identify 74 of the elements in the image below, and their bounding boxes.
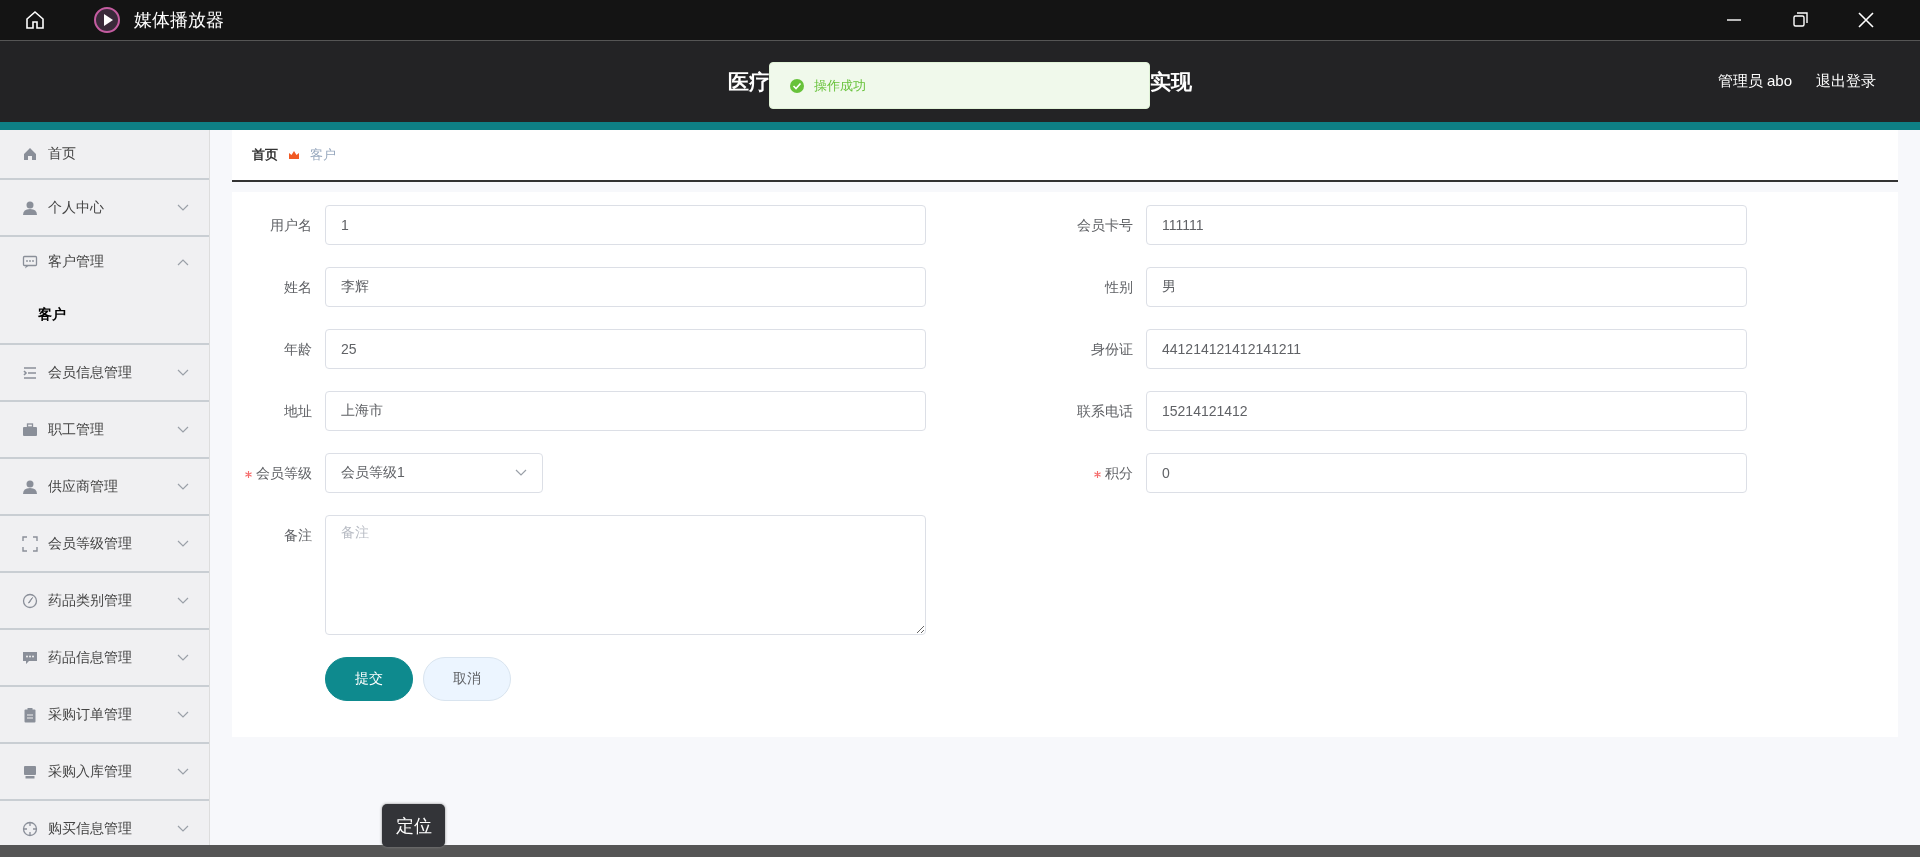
sidebar-item[interactable]: 客户管理: [0, 237, 209, 287]
submit-button[interactable]: 提交: [325, 657, 413, 701]
crown-icon: [288, 149, 300, 161]
input-field[interactable]: 上海市: [325, 391, 926, 431]
compass-icon: [22, 592, 38, 609]
submenu-item[interactable]: 客户: [0, 287, 209, 343]
input-field[interactable]: 441214121412141211: [1146, 329, 1747, 369]
required-asterisk-icon: [1094, 471, 1101, 478]
frame-icon: [22, 535, 38, 552]
breadcrumb-item[interactable]: 首页: [252, 146, 278, 164]
input-field[interactable]: 25: [325, 329, 926, 369]
window-title: 媒体播放器: [134, 9, 224, 32]
tooltip: 定位: [382, 804, 445, 847]
sidebar-item[interactable]: 会员等级管理: [0, 516, 209, 573]
sidebar-item[interactable]: 职工管理: [0, 402, 209, 459]
chevron-down-icon: [177, 539, 189, 548]
field-label: 用户名: [269, 216, 312, 235]
field-label: 联系电话: [1076, 402, 1133, 421]
sidebar-item[interactable]: 个人中心: [0, 180, 209, 237]
person-icon: [22, 199, 38, 216]
field-label: 姓名: [283, 278, 312, 297]
sidebar-item[interactable]: 采购订单管理: [0, 687, 209, 744]
crosshair-icon: [22, 820, 38, 837]
printer-icon: [22, 763, 38, 780]
input-field[interactable]: 1: [325, 205, 926, 245]
sidebar-item[interactable]: 会员信息管理: [0, 345, 209, 402]
sidebar-item[interactable]: 药品类别管理: [0, 573, 209, 630]
input-field[interactable]: 0: [1146, 453, 1747, 493]
chevron-down-icon: [177, 596, 189, 605]
play-logo-icon: [94, 7, 120, 33]
home-icon[interactable]: [24, 9, 46, 31]
select-field[interactable]: 会员等级1: [325, 453, 543, 493]
user-name: 管理员 abo: [1717, 72, 1792, 91]
chevron-down-icon: [177, 767, 189, 776]
chevron-down-icon: [177, 203, 189, 212]
remark-field[interactable]: 备注: [325, 515, 926, 635]
message-icon: [22, 649, 38, 666]
app-title: 实现: [1150, 68, 1192, 95]
field-label: 身份证: [1090, 340, 1133, 359]
cancel-button[interactable]: 取消: [423, 657, 511, 701]
field-label: 年龄: [283, 340, 312, 359]
person-icon: [22, 478, 38, 495]
field-label: 性别: [1103, 278, 1133, 297]
app-title: 医疗: [728, 68, 770, 95]
chat-icon: [22, 254, 38, 270]
check-circle-icon: [790, 78, 804, 93]
home-icon: [22, 146, 38, 162]
chevron-up-icon: [177, 258, 189, 266]
field-label: 地址: [283, 402, 312, 421]
toast-message: 操作成功: [814, 76, 866, 95]
chevron-down-icon: [177, 482, 189, 491]
input-field[interactable]: 男: [1146, 267, 1747, 307]
clipboard-icon: [22, 706, 38, 723]
chevron-down-icon: [177, 368, 189, 377]
logout-link[interactable]: 退出登录: [1816, 72, 1876, 91]
input-field[interactable]: 15214121412: [1146, 391, 1747, 431]
list-icon: [22, 364, 38, 381]
sidebar-item[interactable]: 首页: [0, 130, 209, 180]
field-label: 备注: [283, 526, 312, 545]
chevron-down-icon: [177, 710, 189, 719]
input-field[interactable]: 111111: [1146, 205, 1747, 245]
chevron-down-icon: [177, 425, 189, 434]
sidebar-item[interactable]: 药品信息管理: [0, 630, 209, 687]
input-field[interactable]: 李辉: [325, 267, 926, 307]
field-label: 会员卡号: [1076, 216, 1133, 235]
chevron-down-icon: [177, 653, 189, 662]
required-asterisk-icon: [245, 471, 252, 478]
briefcase-icon: [22, 421, 38, 438]
field-label: 会员等级: [232, 453, 312, 493]
chevron-down-icon: [515, 469, 527, 477]
sidebar-item[interactable]: 采购入库管理: [0, 744, 209, 801]
field-label: 积分: [1040, 453, 1133, 493]
sidebar-item[interactable]: 供应商管理: [0, 459, 209, 516]
chevron-down-icon: [177, 824, 189, 833]
